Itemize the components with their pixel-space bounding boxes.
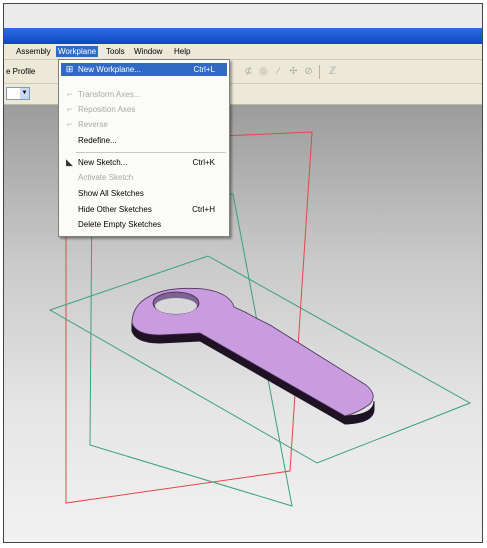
menu-item-label: Hide Other Sketches	[78, 205, 152, 214]
chain-tool-icon[interactable]: ⊘	[302, 66, 315, 78]
menu-item-shortcut: Ctrl+L	[193, 65, 215, 74]
menu-item-label: New Sketch...	[78, 158, 128, 167]
menu-bar: Assembly Workplane Tools Window Help	[4, 44, 482, 60]
circle-tool-icon[interactable]: ⊄	[242, 66, 255, 78]
menu-assembly[interactable]: Assembly	[14, 46, 53, 57]
menu-item-label: Reverse	[78, 120, 108, 129]
menu-item-transform-axes[interactable]: ⌐ Transform Axes...	[61, 88, 227, 101]
transform-axes-icon: ⌐	[66, 89, 73, 99]
chevron-down-icon[interactable]: ▼	[20, 88, 29, 99]
profile-label[interactable]: e Profile	[6, 67, 35, 76]
point-tool-icon[interactable]: ✢	[287, 66, 300, 78]
spline-tool-icon[interactable]: ⁄	[272, 66, 285, 78]
menu-item-activate-sketch[interactable]: Activate Sketch	[61, 171, 227, 184]
menu-item-label: New Workplane...	[78, 65, 141, 74]
menu-item-redefine[interactable]: Redefine...	[61, 134, 227, 147]
menu-item-delete-empty-sketches[interactable]: Delete Empty Sketches	[61, 218, 227, 231]
menu-item-hide-other-sketches[interactable]: Hide Other Sketches Ctrl+H	[61, 203, 227, 216]
menu-workplane[interactable]: Workplane	[56, 46, 99, 57]
toolbar-separator	[319, 65, 320, 79]
menu-help[interactable]: Help	[172, 46, 192, 57]
title-bar	[4, 28, 482, 44]
menu-item-label: Delete Empty Sketches	[78, 220, 162, 229]
new-sketch-icon: ◣	[66, 157, 73, 167]
menu-item-label: Activate Sketch	[78, 173, 134, 182]
reposition-axes-icon: ⌐	[66, 104, 73, 114]
menu-item-label: Redefine...	[78, 136, 117, 145]
menu-item-new-sketch[interactable]: ◣ New Sketch... Ctrl+K	[61, 156, 227, 169]
new-workplane-icon: ⊞	[65, 64, 74, 74]
workplane-menu: ⊞ New Workplane... Ctrl+L ⌐ Transform Ax…	[58, 59, 230, 237]
menu-window[interactable]: Window	[132, 46, 164, 57]
menu-item-shortcut: Ctrl+H	[192, 205, 215, 214]
style-combo[interactable]: ▼	[6, 87, 30, 100]
menu-separator	[76, 152, 226, 153]
menu-item-label: Transform Axes...	[78, 90, 141, 99]
menu-item-label: Show All Sketches	[78, 189, 144, 198]
sketch-tool-icon[interactable]: ℤ	[326, 66, 339, 78]
menu-tools[interactable]: Tools	[104, 46, 127, 57]
application-window: Assembly Workplane Tools Window Help e P…	[3, 3, 483, 543]
menu-item-new-workplane[interactable]: ⊞ New Workplane... Ctrl+L	[61, 63, 227, 76]
target-tool-icon[interactable]: ◎	[257, 66, 270, 78]
menu-item-reverse[interactable]: ⌐ Reverse	[61, 118, 227, 131]
menu-item-shortcut: Ctrl+K	[192, 158, 215, 167]
reverse-icon: ⌐	[66, 119, 73, 129]
key-model[interactable]	[131, 287, 375, 425]
menu-item-label: Reposition Axes	[78, 105, 136, 114]
menu-item-show-all-sketches[interactable]: Show All Sketches	[61, 187, 227, 200]
menu-item-reposition-axes[interactable]: ⌐ Reposition Axes	[61, 103, 227, 116]
